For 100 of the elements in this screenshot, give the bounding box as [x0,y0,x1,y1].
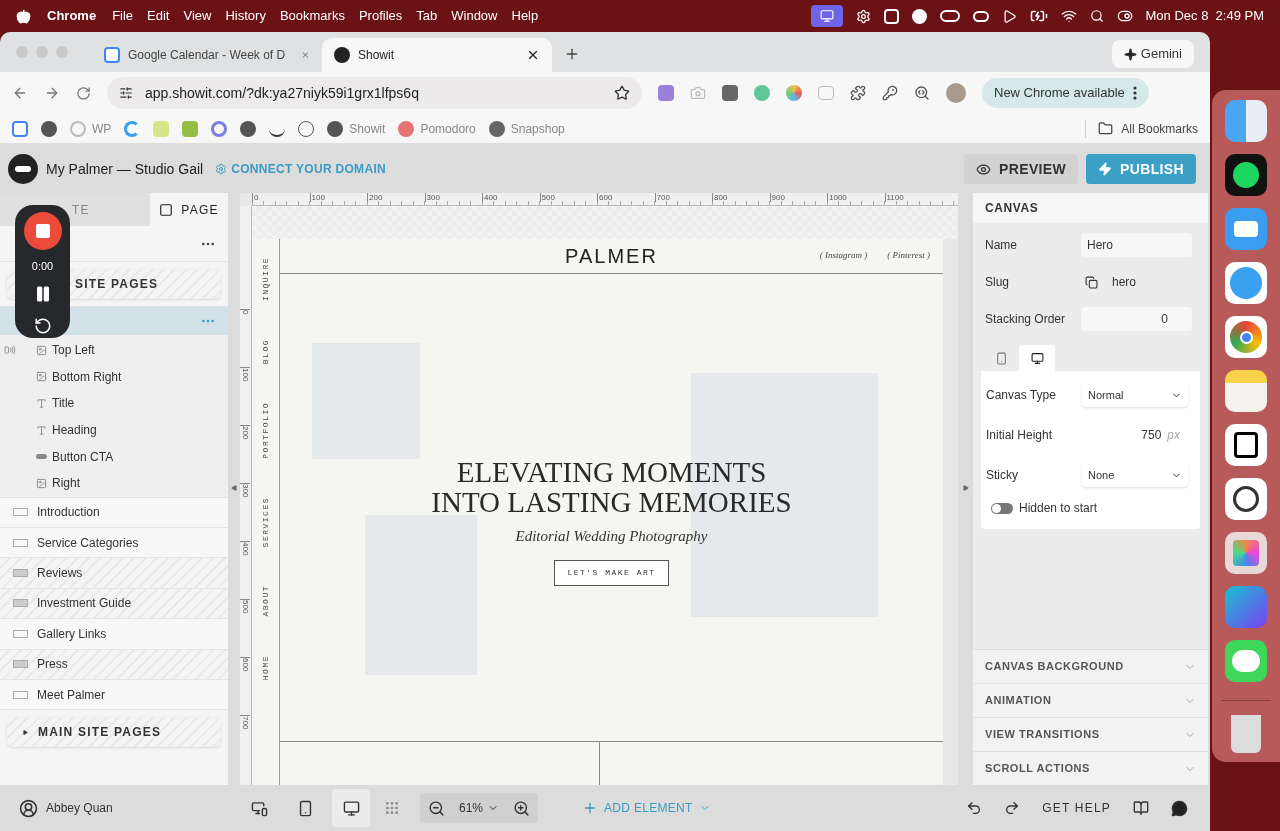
ruler-label: 300 [240,483,250,498]
messages-icon[interactable] [1225,640,1267,682]
tab-title: Google Calendar - Week of D [128,47,286,64]
bookmark-icon[interactable] [240,120,257,137]
name-field[interactable]: Hero [1081,233,1192,257]
toggle-icon[interactable] [972,10,989,22]
grid-icon[interactable] [384,800,400,816]
canvas-type-select[interactable]: Normal [1082,383,1188,407]
ruler-label: 1000 [827,193,847,202]
bookmark-icon[interactable] [41,120,57,137]
hero-subtitle: Editorial Wedding Photography [515,527,708,546]
gear-icon[interactable] [855,8,871,24]
collapsed-section[interactable]: SCROLL ACTIONS [973,751,1208,785]
reload-icon[interactable] [76,85,91,101]
get-help-link[interactable]: GET HELP [1042,799,1111,817]
menu-app-name[interactable]: Chrome [47,6,97,26]
collapsed-section[interactable]: CANVAS BACKGROUND [973,649,1208,683]
search-page-icon[interactable] [914,85,930,101]
restart-icon[interactable] [33,316,52,335]
expand-left-icon[interactable] [231,484,237,491]
new-tab-icon[interactable] [564,46,580,62]
address-bar[interactable]: app.showit.com/?dk:ya27niyk59i1grx1lfps6q [107,77,642,109]
stacking-order-field[interactable]: 0 [1081,307,1192,331]
book-icon[interactable] [1133,800,1149,816]
social-link[interactable]: ( Instagram ) [819,249,868,263]
app-grid-icon[interactable] [1225,532,1267,574]
nav-link[interactable]: ABOUT [259,585,272,617]
mail-icon[interactable] [1225,208,1267,250]
site-logo[interactable]: PALMER [565,241,658,271]
avatar[interactable] [946,83,966,103]
menu-item[interactable]: Tab [416,6,438,26]
back-icon[interactable] [12,85,28,101]
nav-link[interactable]: SERVICES [259,497,272,548]
menu-item[interactable]: Bookmarks [279,6,345,26]
nav-link[interactable]: INQUIRE [259,257,272,302]
notes-icon[interactable] [1225,370,1267,412]
calendar-icon [12,120,28,137]
section-icon [13,508,28,517]
nav-link[interactable]: HOME [259,654,272,681]
menu-clock[interactable]: Mon Dec 8 2:49 PM [1145,6,1264,26]
expand-right-icon[interactable] [962,484,969,491]
undo-icon[interactable] [966,800,983,816]
zoom-out-icon[interactable] [428,799,445,817]
layer-row[interactable]: Right [0,469,228,497]
browser-tab[interactable]: Google Calendar - Week of D [92,38,322,72]
bag-icon [182,120,199,137]
puzzle-icon[interactable] [850,85,866,101]
color-wheel-icon[interactable] [786,85,802,101]
section-row[interactable]: Reviews [0,557,228,588]
layer-row[interactable]: Bottom Right [0,363,228,391]
wifi-icon[interactable] [1060,8,1077,24]
site-settings-icon[interactable] [119,86,133,100]
control-center-icon[interactable] [1116,8,1133,24]
key-icon[interactable] [882,85,898,101]
extension-icon[interactable] [722,85,738,101]
social-link[interactable]: ( Pinterest ) [887,249,930,263]
search-icon[interactable] [1089,9,1104,23]
gemini-button[interactable]: Gemini [1111,40,1194,68]
apple-icon[interactable] [16,8,31,24]
cta-button[interactable]: LET'S MAKE ART [554,559,669,586]
menu-item[interactable]: View [183,6,212,26]
nav-link[interactable]: BLOG [259,339,272,365]
layer-row[interactable]: Button CTA [0,443,228,470]
stop-button[interactable] [23,212,62,250]
menu-item[interactable]: File [112,6,134,26]
layer-row[interactable]: Heading [0,416,228,444]
play-icon[interactable] [1001,8,1017,24]
main-site-pages-button[interactable]: MAIN SITE PAGES [7,717,221,748]
user-icon[interactable] [19,798,38,818]
copy-icon[interactable] [1085,275,1098,289]
menu-item[interactable]: Edit [147,6,170,26]
close-icon[interactable] [526,48,540,62]
zoom-in-icon[interactable] [513,799,531,817]
menu-item[interactable]: Help [511,6,539,26]
section-row[interactable]: Press [0,648,228,679]
menu-item[interactable]: History [225,6,266,26]
sticky-select[interactable]: None [1082,463,1188,487]
layer-row[interactable]: Title [0,390,228,417]
collapsed-section[interactable]: VIEW TRANSITIONS [973,717,1208,751]
chat-icon[interactable] [1171,799,1188,817]
redo-icon[interactable] [1004,800,1021,816]
menu-item[interactable]: Profiles [358,6,403,26]
nav-link[interactable]: PORTFOLIO [259,402,272,460]
layer-row[interactable]: Top Left [0,337,228,364]
menu-item[interactable]: Window [451,6,498,26]
screen-share-icon[interactable] [810,5,843,27]
all-bookmarks[interactable]: All Bookmarks [1085,119,1198,138]
bookmark-star-icon[interactable] [614,85,630,101]
hidden-toggle[interactable] [991,502,1013,514]
device-tab[interactable] [1019,345,1055,371]
section-row[interactable]: Investment Guide [0,587,228,619]
browser-icon[interactable] [1225,316,1267,358]
forward-icon[interactable] [44,85,60,101]
toggle-label: Hidden to start [1019,500,1098,517]
browser-tab[interactable]: Showit [322,38,552,72]
collapsed-section[interactable]: ANIMATION [973,683,1208,717]
update-button[interactable]: New Chrome available [982,78,1149,108]
preview-button[interactable]: PREVIEW [964,154,1079,184]
view-toggle[interactable] [332,789,370,827]
ruler-label: 900 [769,193,785,202]
